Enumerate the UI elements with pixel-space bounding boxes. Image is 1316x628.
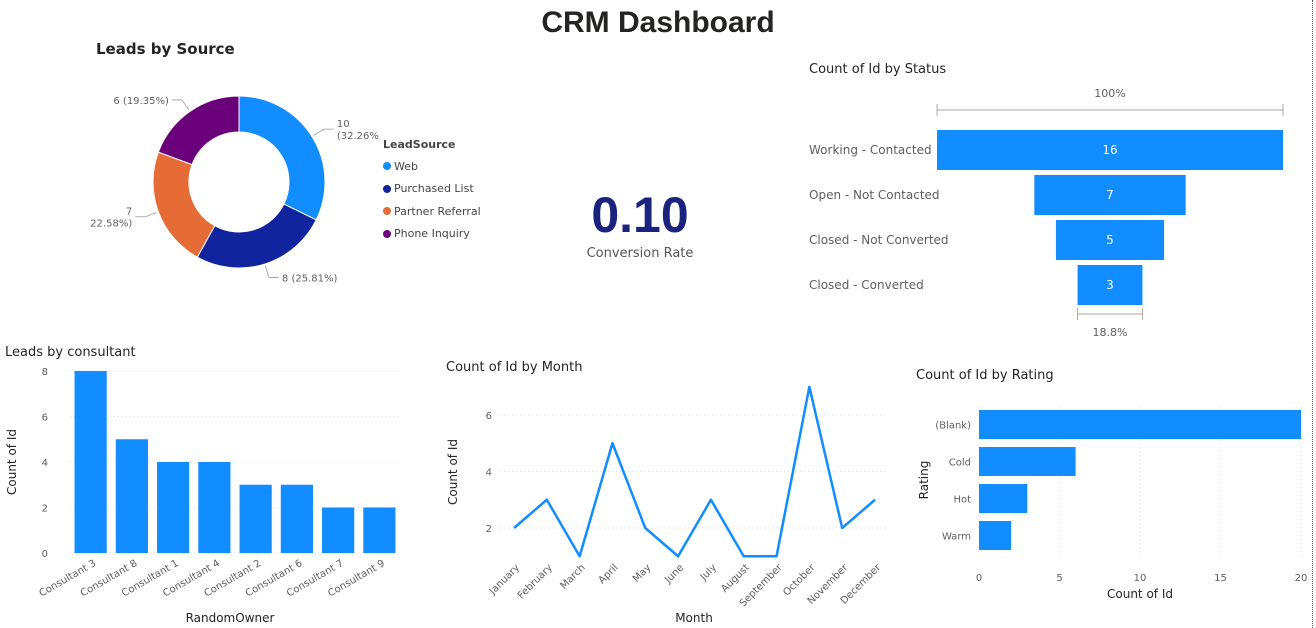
legend-label: Partner Referral — [394, 204, 481, 218]
legend-item[interactable]: Web — [383, 155, 481, 178]
funnel-bottom-label: 18.8% — [1093, 326, 1128, 339]
donut-data-label: 7 — [126, 207, 132, 218]
consultant-bar[interactable] — [157, 462, 190, 553]
x-tick-label: July — [698, 562, 719, 583]
funnel-category-label: Closed - Not Converted — [809, 233, 949, 247]
donut-slice-partner-referral[interactable] — [152, 151, 216, 258]
funnel-value-label: 3 — [1106, 278, 1114, 292]
y-axis-title: Rating — [917, 461, 931, 500]
y-tick-label: 4 — [486, 468, 492, 479]
donut-slice-phone-inquiry[interactable] — [157, 95, 240, 166]
legend-item[interactable]: Phone Inquiry — [383, 223, 481, 246]
funnel-category-label: Working - Contacted — [809, 143, 932, 157]
x-axis-title: Month — [675, 611, 713, 625]
consultant-bar[interactable] — [239, 484, 272, 553]
donut-data-label: 6 (19.35%) — [113, 96, 169, 107]
legend-title: LeadSource — [383, 138, 456, 151]
y-tick-label: 6 — [486, 411, 492, 422]
x-tick-label: April — [597, 562, 621, 586]
count-by-rating-title: Count of Id by Rating — [916, 368, 1054, 383]
y-tick-label: 8 — [42, 367, 48, 378]
x-tick-label: 20 — [1295, 573, 1308, 584]
y-tick-label: Hot — [953, 495, 971, 506]
page-title: CRM Dashboard — [541, 6, 775, 39]
funnel-value-label: 7 — [1106, 188, 1114, 202]
y-tick-label: Cold — [949, 458, 971, 469]
legend-label: Phone Inquiry — [394, 227, 470, 241]
funnel-value-label: 5 — [1106, 233, 1114, 247]
count-by-status-title: Count of Id by Status — [809, 62, 947, 77]
donut-leader-line — [171, 99, 190, 111]
y-tick-label: 6 — [42, 413, 48, 424]
donut-slice-purchased-list[interactable] — [196, 203, 317, 269]
y-tick-label: 2 — [486, 524, 492, 535]
legend-dot-icon — [383, 229, 391, 238]
leads-by-consultant-chart[interactable]: 02468Consultant 3Consultant 8Consultant … — [0, 360, 410, 628]
y-tick-label: Warm — [942, 532, 971, 543]
x-tick-label: 15 — [1214, 573, 1227, 584]
rating-bar[interactable] — [979, 410, 1301, 439]
donut-slice-web[interactable] — [238, 95, 326, 221]
count-by-rating-chart[interactable]: 0 5 10 15 20 (Blank) Cold Hot Warm Count of Id Rat… — [910, 385, 1310, 605]
consultant-bar[interactable] — [198, 462, 231, 553]
page-border — [1312, 0, 1313, 628]
y-tick-label: (Blank) — [935, 421, 971, 432]
leads-by-source-title: Leads by Source — [96, 40, 235, 58]
x-tick-label: May — [631, 562, 653, 584]
donut-data-label: 10 — [337, 119, 350, 130]
count-by-month-title: Count of Id by Month — [446, 360, 583, 375]
donut-leader-line — [313, 128, 334, 136]
conversion-rate-value: 0.10 — [591, 187, 689, 243]
x-tick-label: March — [558, 562, 587, 591]
funnel-category-label: Open - Not Contacted — [809, 188, 940, 202]
consultant-bar[interactable] — [115, 439, 148, 553]
rating-bar[interactable] — [979, 484, 1028, 513]
donut-leader-line — [264, 265, 279, 278]
legend-dot-icon — [383, 184, 391, 193]
x-tick-label: August — [719, 562, 752, 595]
consultant-bar[interactable] — [74, 371, 107, 553]
consultant-bar[interactable] — [280, 484, 313, 553]
legend-dot-icon — [383, 207, 391, 216]
count-by-status-chart[interactable]: 100% 16 Working - Contacted 7 Open - Not Con… — [800, 80, 1300, 355]
funnel-category-label: Closed - Converted — [809, 278, 924, 292]
donut-data-label: (32.26%) — [337, 131, 380, 142]
rating-bar[interactable] — [979, 447, 1076, 476]
legend-item[interactable]: Purchased List — [383, 178, 481, 201]
rating-bar[interactable] — [979, 521, 1012, 550]
x-axis-title: RandomOwner — [186, 611, 275, 625]
x-tick-label: 10 — [1134, 573, 1147, 584]
leads-by-consultant-title: Leads by consultant — [5, 345, 136, 360]
y-axis-title: Count of Id — [5, 429, 19, 495]
donut-data-label: 8 (25.81%) — [282, 273, 338, 284]
funnel-value-label: 16 — [1102, 143, 1117, 157]
x-tick-label: June — [662, 562, 686, 586]
x-tick-label: 5 — [1056, 573, 1062, 584]
leads-by-source-legend: Web Purchased List Partner Referral Phone I… — [383, 155, 481, 245]
y-tick-label: 2 — [42, 504, 48, 515]
consultant-bar[interactable] — [322, 507, 355, 554]
legend-label: Purchased List — [394, 182, 474, 196]
leads-by-source-chart[interactable]: 10(32.26%) 8 (25.81%) 7(22.58%) 6 (19.35%) — [90, 80, 380, 300]
donut-leader-line — [135, 212, 157, 218]
count-by-month-chart[interactable]: 246JanuaryFebruary March April May June July A… — [440, 378, 890, 628]
donut-data-label: (22.58%) — [90, 219, 132, 230]
y-axis-title: Count of Id — [446, 439, 460, 505]
legend-item[interactable]: Partner Referral — [383, 200, 481, 223]
consultant-bar[interactable] — [363, 507, 396, 554]
x-axis-title: Count of Id — [1107, 587, 1173, 601]
funnel-top-label: 100% — [1094, 87, 1125, 100]
x-tick-label: 0 — [976, 573, 982, 584]
y-tick-label: 4 — [42, 458, 48, 469]
legend-label: Web — [394, 159, 418, 173]
x-tick-label: February — [516, 562, 555, 601]
legend-dot-icon — [383, 162, 391, 171]
y-tick-label: 0 — [42, 549, 48, 560]
conversion-rate-label: Conversion Rate — [586, 246, 694, 261]
